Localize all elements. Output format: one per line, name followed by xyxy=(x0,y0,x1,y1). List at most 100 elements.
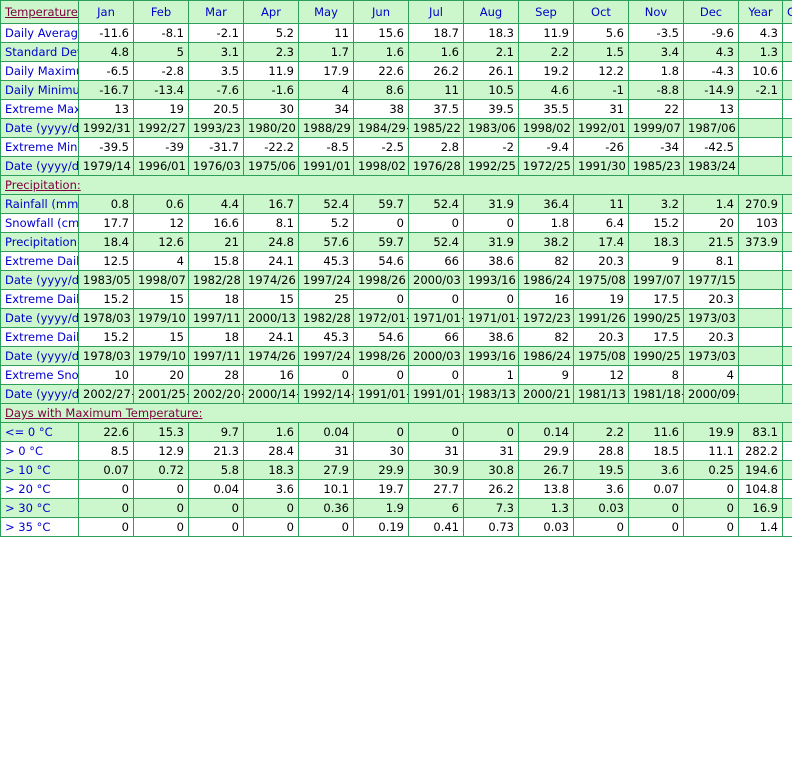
row-label: Extreme Daily Snowfall (cm) xyxy=(0,289,79,309)
cell-mar: 0 xyxy=(188,517,244,537)
cell-jun: 1998/02 xyxy=(353,156,409,176)
cell-jun: 0 xyxy=(353,213,409,233)
cell-year xyxy=(738,99,783,119)
cell-sep: 1972/25 xyxy=(518,156,574,176)
cell-nov: 0 xyxy=(628,517,684,537)
cell-oct: 1981/13 xyxy=(573,384,629,404)
table-row: Date (yyyy/dd)2002/27+2001/25+2002/20+20… xyxy=(0,384,792,404)
cell-sep: -9.4 xyxy=(518,137,574,157)
cell-jul: 1976/28 xyxy=(408,156,464,176)
cell-dec: 11.1 xyxy=(683,441,739,461)
cell-jul: 52.4 xyxy=(408,194,464,214)
cell-apr: 24.1 xyxy=(243,327,299,347)
column-header-feb: Feb xyxy=(133,0,189,24)
cell-year xyxy=(738,365,783,385)
cell-jul: 27.7 xyxy=(408,479,464,499)
cell-feb: 15.3 xyxy=(133,422,189,442)
cell-dec: 20 xyxy=(683,213,739,233)
cell-jun: 54.6 xyxy=(353,251,409,271)
cell-apr: 0 xyxy=(243,498,299,518)
cell-jan: -11.6 xyxy=(78,23,134,43)
table-row: Extreme Maximum (°C)131920.530343837.539… xyxy=(0,99,792,119)
cell-dec: 20.3 xyxy=(683,289,739,309)
cell-sep: 13.8 xyxy=(518,479,574,499)
cell-jul: 11 xyxy=(408,80,464,100)
cell-feb: 0 xyxy=(133,517,189,537)
cell-may: 1982/28 xyxy=(298,308,354,328)
cell-dec: 20.3 xyxy=(683,327,739,347)
cell-mar: 3.5 xyxy=(188,61,244,81)
row-label: Precipitation (mm) xyxy=(0,232,79,252)
cell-apr: 2000/13 xyxy=(243,308,299,328)
table-row: > 20 °C 0 0 0.04 3.6 10.1 19.7 27.7 26.2 13.8 3.6 0… xyxy=(0,479,792,499)
cell-mar: 4.4 xyxy=(188,194,244,214)
cell-may: 0.36 xyxy=(298,498,354,518)
row-label: > 35 °C xyxy=(0,517,79,537)
cell-feb: 0.72 xyxy=(133,460,189,480)
cell-aug: 39.5 xyxy=(463,99,519,119)
cell-apr: 24.8 xyxy=(243,232,299,252)
cell-jul: 37.5 xyxy=(408,99,464,119)
column-header-jan: Jan xyxy=(78,0,134,24)
cell-jun: 38 xyxy=(353,99,409,119)
cell-feb: 4 xyxy=(133,251,189,271)
cell-apr: 24.1 xyxy=(243,251,299,271)
cell-oct: 31 xyxy=(573,99,629,119)
cell-feb: 19 xyxy=(133,99,189,119)
cell-jul: 30.9 xyxy=(408,460,464,480)
table-row: Extreme Daily Snowfall (cm)15.2151815250… xyxy=(0,289,792,309)
cell-code: A xyxy=(782,422,792,442)
cell-jan: 12.5 xyxy=(78,251,134,271)
cell-nov: -34 xyxy=(628,137,684,157)
row-label: Daily Minimum (°C) xyxy=(0,80,79,100)
cell-jan: 0 xyxy=(78,479,134,499)
table-row: Daily Minimum (°C)-16.7-13.4-7.6-1.648.6… xyxy=(0,80,792,100)
column-header-code: Code xyxy=(782,0,792,24)
cell-mar: 21.3 xyxy=(188,441,244,461)
cell-may: 1.7 xyxy=(298,42,354,62)
cell-mar: -7.6 xyxy=(188,80,244,100)
cell-sep: 1.3 xyxy=(518,498,574,518)
cell-sep: 26.7 xyxy=(518,460,574,480)
cell-dec: 1.4 xyxy=(683,194,739,214)
cell-aug: 31 xyxy=(463,441,519,461)
cell-dec: 1973/03 xyxy=(683,308,739,328)
cell-code: A xyxy=(782,479,792,499)
cell-oct: 2.2 xyxy=(573,422,629,442)
cell-code: A xyxy=(782,460,792,480)
cell-feb: 0.6 xyxy=(133,194,189,214)
row-label: Rainfall (mm) xyxy=(0,194,79,214)
cell-oct: 1992/01 xyxy=(573,118,629,138)
column-header-aug: Aug xyxy=(463,0,519,24)
cell-jan: 15.2 xyxy=(78,289,134,309)
section-banner-row: Days with Maximum Temperature: xyxy=(0,403,792,423)
cell-jun: 1984/29+ xyxy=(353,118,409,138)
cell-nov: 1.8 xyxy=(628,61,684,81)
cell-may: 45.3 xyxy=(298,327,354,347)
cell-may: 27.9 xyxy=(298,460,354,480)
cell-jan: 17.7 xyxy=(78,213,134,233)
cell-dec: 0 xyxy=(683,517,739,537)
cell-dec: 1983/24 xyxy=(683,156,739,176)
row-label: Date (yyyy/dd) xyxy=(0,384,79,404)
cell-year xyxy=(738,346,783,366)
cell-jan: 2002/27+ xyxy=(78,384,134,404)
cell-code: A xyxy=(782,517,792,537)
cell-jun: 0 xyxy=(353,422,409,442)
cell-jun: 15.6 xyxy=(353,23,409,43)
cell-apr: 30 xyxy=(243,99,299,119)
cell-oct: 0 xyxy=(573,517,629,537)
cell-oct: 12.2 xyxy=(573,61,629,81)
row-label: > 30 °C xyxy=(0,498,79,518)
cell-mar: 3.1 xyxy=(188,42,244,62)
row-label: Daily Average (°C) xyxy=(0,23,79,43)
cell-may: 4 xyxy=(298,80,354,100)
cell-year: 1.3 xyxy=(738,42,783,62)
cell-may: 0 xyxy=(298,365,354,385)
cell-apr: 18.3 xyxy=(243,460,299,480)
cell-jul: 2000/03 xyxy=(408,346,464,366)
cell-jul: 52.4 xyxy=(408,232,464,252)
cell-apr: 16 xyxy=(243,365,299,385)
cell-nov: -8.8 xyxy=(628,80,684,100)
cell-year xyxy=(738,270,783,290)
